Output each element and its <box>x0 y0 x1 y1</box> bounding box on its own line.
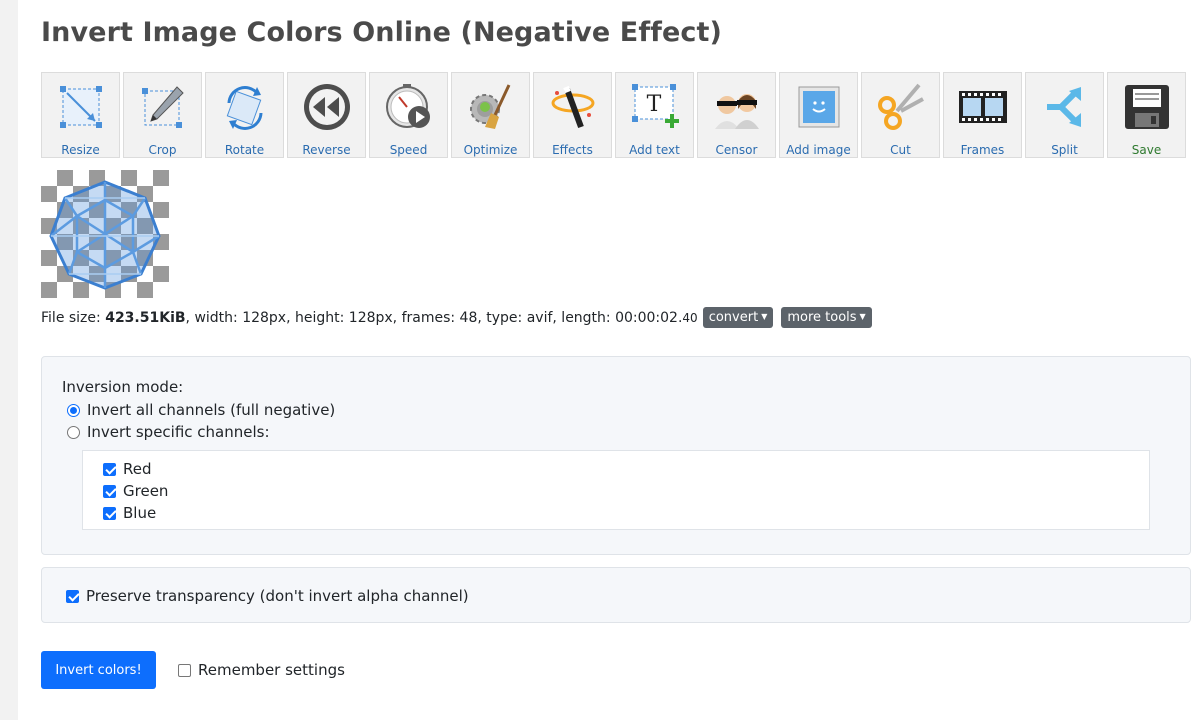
radio-button[interactable] <box>67 403 80 417</box>
radio-button[interactable] <box>67 425 80 439</box>
censor-icon <box>714 94 759 129</box>
page-title: Invert Image Colors Online (Negative Eff… <box>41 17 722 48</box>
optimize-icon <box>469 84 510 129</box>
tool-resize-button[interactable]: Resize <box>41 72 120 158</box>
tool-label: Add text <box>629 143 680 157</box>
resize-icon <box>59 86 102 128</box>
channel-label: Blue <box>123 504 157 522</box>
tool-crop-button[interactable]: Crop <box>123 72 202 158</box>
channel-label: Red <box>123 460 152 478</box>
channel-label: Green <box>123 482 169 500</box>
checkbox[interactable] <box>66 589 79 603</box>
radio-label: Invert specific channels: <box>87 423 270 441</box>
checkbox[interactable] <box>103 462 116 476</box>
split-icon <box>1046 87 1081 127</box>
invert-colors-button[interactable]: Invert colors! <box>41 651 156 689</box>
tool-label: Cut <box>890 143 911 157</box>
radio-label: Invert all channels (full negative) <box>87 401 336 419</box>
reverse-icon <box>303 84 350 130</box>
channel-red-checkbox[interactable]: Red <box>103 460 152 478</box>
tool-rotate-button[interactable]: Rotate <box>205 72 284 158</box>
remember-settings-label: Remember settings <box>198 661 345 679</box>
convert-label: convert <box>708 310 759 325</box>
tool-label: Effects <box>552 143 593 157</box>
transparency-card: Preserve transparency (don't invert alph… <box>41 567 1191 623</box>
save-icon <box>1124 85 1169 129</box>
tool-label: Rotate <box>224 143 265 157</box>
file-info: File size: 423.51KiB, width: 128px, heig… <box>41 307 872 328</box>
channel-blue-checkbox[interactable]: Blue <box>103 504 156 522</box>
file-size-value: 423.51KiB <box>105 309 186 326</box>
checkbox[interactable] <box>103 506 116 520</box>
tool-label: Reverse <box>302 143 351 157</box>
more-tools-dropdown[interactable]: more tools ▼ <box>781 307 872 328</box>
cut-icon <box>877 83 924 130</box>
tool-add-image-button[interactable]: Add image <box>779 72 858 158</box>
file-length-fraction: 40 <box>682 310 698 325</box>
tool-frames-button[interactable]: Frames <box>943 72 1022 158</box>
channel-list: Red Green Blue <box>82 450 1150 530</box>
tool-split-button[interactable]: Split <box>1025 72 1104 158</box>
tool-label: Crop <box>148 143 177 157</box>
add-image-icon <box>798 86 839 128</box>
tool-label: Frames <box>960 143 1005 157</box>
page-content: Invert Image Colors Online (Negative Eff… <box>18 0 1200 720</box>
tool-cut-button[interactable]: Cut <box>861 72 940 158</box>
tool-label: Add image <box>786 143 851 157</box>
tool-label: Save <box>1131 143 1162 157</box>
tool-label: Optimize <box>463 143 518 157</box>
tool-optimize-button[interactable]: Optimize <box>451 72 530 158</box>
tool-add-text-button[interactable]: T Add text <box>615 72 694 158</box>
channel-green-checkbox[interactable]: Green <box>103 482 168 500</box>
convert-dropdown[interactable]: convert ▼ <box>702 307 774 328</box>
polyhedron-image <box>49 180 161 290</box>
effects-icon <box>551 85 594 129</box>
preserve-transparency-label: Preserve transparency (don't invert alph… <box>86 587 469 605</box>
caret-down-icon: ▼ <box>859 312 866 321</box>
frames-icon <box>958 91 1007 123</box>
file-details: , width: 128px, height: 128px, frames: 4… <box>185 309 683 326</box>
tool-toolbar: Resize Crop Rotate Reverse Speed Optimiz… <box>41 72 1189 158</box>
more-tools-label: more tools <box>787 310 857 325</box>
tool-label: Resize <box>61 143 100 157</box>
crop-icon <box>141 86 184 128</box>
svg-text:T: T <box>646 92 661 117</box>
file-size-prefix: File size: <box>41 309 101 326</box>
rotate-icon <box>226 86 262 130</box>
add-text-icon: T <box>631 84 679 128</box>
tool-label: Split <box>1051 143 1078 157</box>
checkbox[interactable] <box>178 663 191 677</box>
speed-icon <box>385 84 430 128</box>
tool-save-button[interactable]: Save <box>1107 72 1186 158</box>
checkbox[interactable] <box>103 484 116 498</box>
inversion-options-card: Inversion mode: Invert all channels (ful… <box>41 356 1191 555</box>
tool-label: Censor <box>715 143 758 157</box>
radio-invert-specific[interactable]: Invert specific channels: <box>67 423 270 441</box>
tool-reverse-button[interactable]: Reverse <box>287 72 366 158</box>
tool-effects-button[interactable]: Effects <box>533 72 612 158</box>
tool-label: Speed <box>389 143 428 157</box>
caret-down-icon: ▼ <box>761 312 768 321</box>
inversion-mode-label: Inversion mode: <box>62 378 184 396</box>
tool-speed-button[interactable]: Speed <box>369 72 448 158</box>
remember-settings-checkbox[interactable]: Remember settings <box>178 661 345 679</box>
preserve-transparency-checkbox[interactable]: Preserve transparency (don't invert alph… <box>66 587 469 605</box>
image-preview <box>41 170 169 298</box>
radio-invert-all[interactable]: Invert all channels (full negative) <box>67 401 335 419</box>
tool-censor-button[interactable]: Censor <box>697 72 776 158</box>
